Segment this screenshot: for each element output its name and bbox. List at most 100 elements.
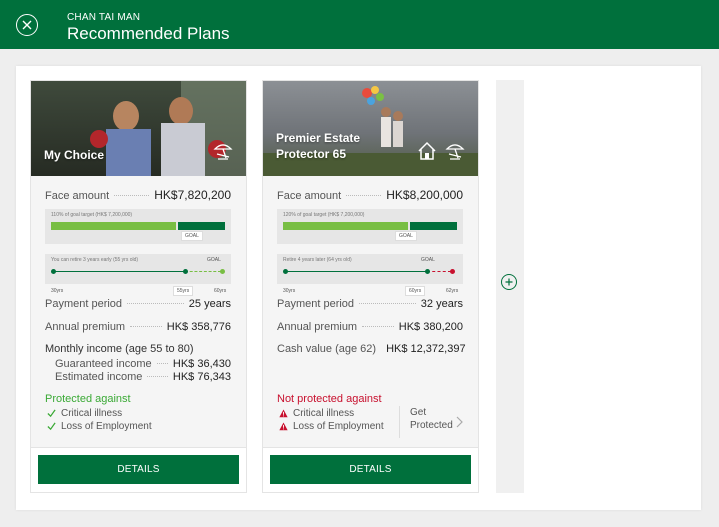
protection-title: Protected against xyxy=(45,393,131,405)
cash-value-row: Cash value (age 62) HK$ 12,372,397 xyxy=(277,343,466,355)
retirement-early-line xyxy=(185,271,221,272)
protection-item-label: Critical illness xyxy=(293,408,355,419)
warning-icon xyxy=(279,422,288,431)
goal-progress-fill xyxy=(51,222,177,230)
protection-item: Loss of Employment xyxy=(279,421,384,432)
face-amount-row: Face amount HK$7,820,200 xyxy=(45,188,231,202)
protection-item-label: Loss of Employment xyxy=(61,421,152,432)
age-marker-tag: 55yrs xyxy=(173,286,194,296)
retirement-goal-label: GOAL xyxy=(207,257,221,263)
age-marker-tag: 60yrs xyxy=(405,286,426,296)
chevron-right-icon xyxy=(456,416,463,428)
plans-panel: My Choice Face amount HK$7,820,200 110% … xyxy=(16,66,701,510)
customer-name: CHAN TAI MAN xyxy=(67,12,141,23)
payment-period-value: 32 years xyxy=(420,298,463,310)
monthly-income-title: Monthly income (age 55 to 80) xyxy=(45,343,194,355)
goal-progress-bar xyxy=(283,222,457,230)
app-header: CHAN TAI MAN Recommended Plans xyxy=(0,0,719,49)
check-icon xyxy=(47,422,56,431)
start-marker xyxy=(51,269,56,274)
add-plan-button[interactable] xyxy=(501,274,517,290)
estimated-income-value: HK$ 76,343 xyxy=(172,371,231,383)
close-icon xyxy=(22,20,32,30)
protection-title: Not protected against xyxy=(277,393,382,405)
protection-item-label: Loss of Employment xyxy=(293,421,384,432)
goal-marker xyxy=(425,269,430,274)
payment-period-row: Payment period 25 years xyxy=(45,298,231,310)
age-end-label: 62yrs xyxy=(446,288,459,294)
close-button[interactable] xyxy=(16,14,38,36)
add-plan-column xyxy=(496,80,524,493)
cash-value-label: Cash value (age 62) xyxy=(277,343,377,355)
estimated-income-label: Estimated income xyxy=(55,371,143,383)
payment-period-label: Payment period xyxy=(277,298,355,310)
details-button-area: DETAILS xyxy=(31,447,246,492)
cash-value-value: HK$ 12,372,397 xyxy=(386,343,466,355)
protection-item: Critical illness xyxy=(47,408,122,419)
face-amount-row: Face amount HK$8,200,000 xyxy=(277,188,463,202)
start-marker xyxy=(283,269,288,274)
goal-progress-bar xyxy=(51,222,225,230)
page-title: Recommended Plans xyxy=(67,24,230,43)
plan-image: Premier Estate Protector 65 xyxy=(263,81,478,176)
plan-name-line-2: Protector 65 xyxy=(276,147,347,161)
protection-item-label: Critical illness xyxy=(61,408,123,419)
details-button[interactable]: DETAILS xyxy=(38,455,239,484)
goal-progress-remaining xyxy=(178,222,225,230)
house-icon xyxy=(418,141,436,160)
retirement-goal-label: GOAL xyxy=(421,257,435,263)
retirement-line xyxy=(285,271,427,272)
goal-target-gauge: 110% of goal target (HK$ 7,200,000) GOAL xyxy=(45,209,231,244)
beach-umbrella-icon xyxy=(445,144,465,160)
retirement-text: You can retire 3 years early (55 yrs old… xyxy=(51,257,139,263)
face-amount-label: Face amount xyxy=(45,190,110,202)
goal-target-gauge: 120% of goal target (HK$ 7,200,000) GOAL xyxy=(277,209,463,244)
annual-premium-value: HK$ 380,200 xyxy=(398,321,463,333)
guaranteed-income-row: Guaranteed income HK$ 36,430 xyxy=(55,358,231,370)
annual-premium-row: Annual premium HK$ 380,200 xyxy=(277,321,463,333)
retirement-late-line xyxy=(427,271,451,272)
retirement-gauge: You can retire 3 years early (55 yrs old… xyxy=(45,254,231,284)
goal-marker xyxy=(220,269,225,274)
age-start-label: 30yrs xyxy=(283,288,296,294)
details-button[interactable]: DETAILS xyxy=(270,455,471,484)
retirement-text: Retire 4 years later (64 yrs old) xyxy=(283,257,352,263)
goal-progress-remaining xyxy=(410,222,457,230)
goal-progress-fill xyxy=(283,222,409,230)
plan-name: Premier Estate Protector 65 xyxy=(276,130,360,162)
guaranteed-income-value: HK$ 36,430 xyxy=(172,358,231,370)
protection-item: Critical illness xyxy=(279,408,354,419)
plan-image: My Choice xyxy=(31,81,246,176)
retire-marker xyxy=(183,269,188,274)
annual-premium-label: Annual premium xyxy=(277,321,358,333)
face-amount-value: HK$8,200,000 xyxy=(386,188,463,202)
payment-period-value: 25 years xyxy=(188,298,231,310)
beach-umbrella-icon xyxy=(213,144,233,160)
plan-card-premier-estate-protector: Premier Estate Protector 65 Face amount … xyxy=(262,80,479,493)
annual-premium-value: HK$ 358,776 xyxy=(166,321,231,333)
payment-period-label: Payment period xyxy=(45,298,123,310)
age-end-label: 60yrs xyxy=(214,288,227,294)
check-icon xyxy=(47,409,56,418)
payment-period-row: Payment period 32 years xyxy=(277,298,463,310)
retirement-gauge: Retire 4 years later (64 yrs old) GOAL xyxy=(277,254,463,284)
plan-card-my-choice: My Choice Face amount HK$7,820,200 110% … xyxy=(30,80,247,493)
goal-tag: GOAL xyxy=(181,231,203,241)
estimated-income-row: Estimated income HK$ 76,343 xyxy=(55,371,231,383)
goal-target-text: 110% of goal target (HK$ 7,200,000) xyxy=(51,212,133,218)
guaranteed-income-label: Guaranteed income xyxy=(55,358,152,370)
plan-name: My Choice xyxy=(44,148,105,162)
goal-target-text: 120% of goal target (HK$ 7,200,000) xyxy=(283,212,365,218)
plus-icon xyxy=(505,278,513,286)
annual-premium-row: Annual premium HK$ 358,776 xyxy=(45,321,231,333)
annual-premium-label: Annual premium xyxy=(45,321,126,333)
face-amount-value: HK$7,820,200 xyxy=(154,188,231,202)
age-start-label: 30yrs xyxy=(51,288,64,294)
warning-icon xyxy=(279,409,288,418)
retirement-line xyxy=(53,271,185,272)
goal-tag: GOAL xyxy=(395,231,417,241)
retire-marker xyxy=(450,269,455,274)
plan-name-line-1: Premier Estate xyxy=(276,131,361,145)
face-amount-label: Face amount xyxy=(277,190,342,202)
get-protected-link[interactable]: Get Protected xyxy=(399,406,463,438)
